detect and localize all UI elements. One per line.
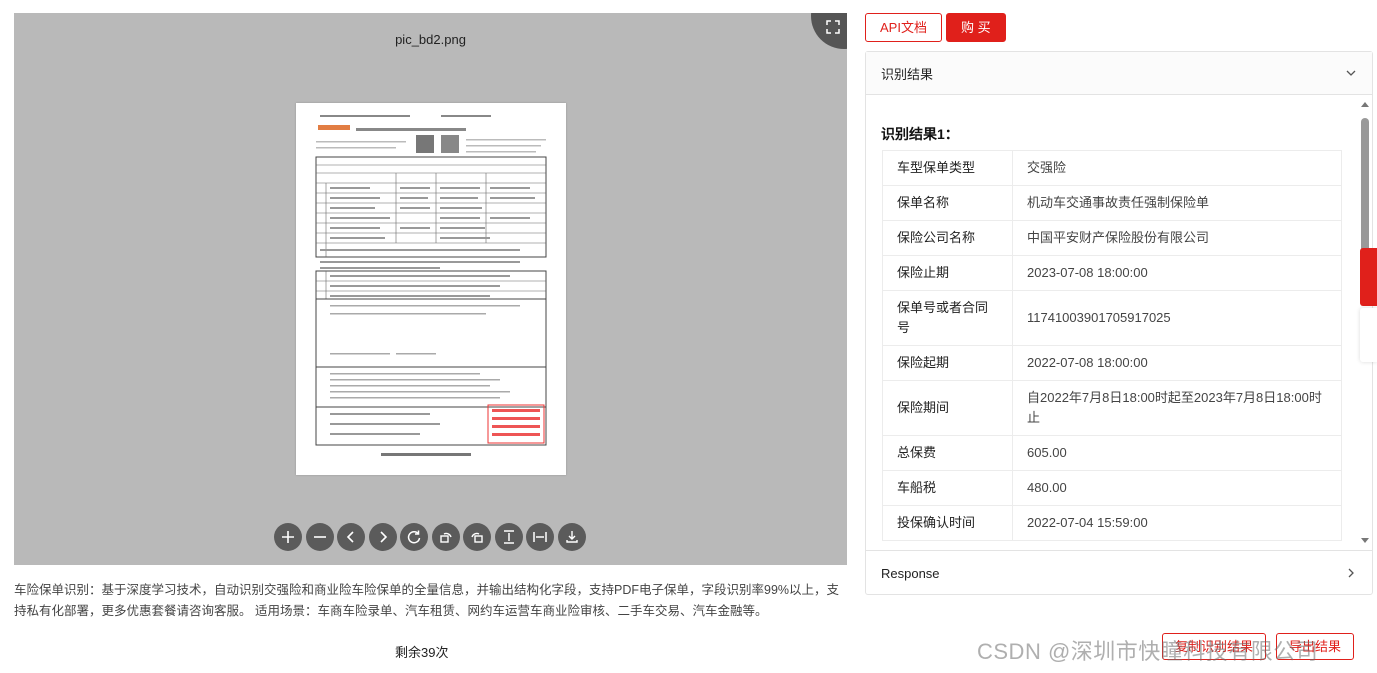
top-actions: API文档 购 买: [865, 13, 1006, 42]
field-value: 2022-07-04 15:59:00: [1012, 505, 1342, 541]
result-panel-body: 识别结果1： 车型保单类型 交强险 保单名称 机动车交通事故责任强制保险单 保险公司…: [866, 96, 1372, 549]
field-key: 保单号或者合同号: [882, 290, 1013, 346]
table-row: 保险起期 2022-07-08 18:00:00: [882, 345, 1342, 381]
table-row: 保单号或者合同号 11741003901705917025: [882, 290, 1342, 346]
zoom-out-button[interactable]: [305, 523, 334, 551]
response-title: Response: [881, 565, 940, 581]
field-value: 自2022年7月8日18:00时起至2023年7月8日18:00时止: [1012, 380, 1342, 436]
fit-width-icon: [533, 532, 547, 542]
rotate-right-button[interactable]: [463, 523, 491, 551]
result-panel-header[interactable]: 识别结果: [866, 52, 1372, 95]
scroll-down-icon[interactable]: [1361, 538, 1369, 543]
image-viewer: pic_bd2.png: [14, 13, 847, 565]
table-row: 保单名称 机动车交通事故责任强制保险单: [882, 185, 1342, 221]
table-row: 保险止期 2023-07-08 18:00:00: [882, 255, 1342, 291]
table-row: 车船税 480.00: [882, 470, 1342, 506]
chevron-right-icon: [1348, 568, 1354, 578]
watermark: CSDN @深圳市快瞳科技有限公司: [977, 639, 1319, 664]
field-key: 车型保单类型: [882, 150, 1013, 186]
prev-button[interactable]: [337, 523, 365, 551]
field-value: 480.00: [1012, 470, 1342, 506]
rotate-left-icon: [439, 532, 452, 543]
field-value: 机动车交通事故责任强制保险单: [1012, 185, 1342, 221]
field-key: 保险期间: [882, 380, 1013, 436]
fit-height-icon: [503, 530, 514, 544]
fullscreen-icon[interactable]: [826, 20, 840, 34]
field-key: 保险公司名称: [882, 220, 1013, 256]
rotate-right-icon: [471, 532, 483, 543]
table-row: 保险公司名称 中国平安财产保险股份有限公司: [882, 220, 1342, 256]
viewer-toolbar: [274, 523, 586, 551]
rotate-left-button[interactable]: [431, 523, 460, 551]
result-title: 识别结果1：: [881, 126, 959, 142]
field-value: 605.00: [1012, 435, 1342, 471]
api-doc-button[interactable]: API文档: [865, 13, 942, 42]
chevron-down-icon: [1346, 70, 1356, 76]
next-button[interactable]: [368, 523, 397, 551]
table-row: 总保费 605.00: [882, 435, 1342, 471]
zoom-in-button[interactable]: [274, 523, 302, 551]
viewer-filename: pic_bd2.png: [395, 32, 466, 47]
fit-width-button[interactable]: [526, 523, 554, 551]
remaining-count: 剩余39次: [395, 645, 449, 660]
field-value: 2022-07-08 18:00:00: [1012, 345, 1342, 381]
prev-icon: [346, 531, 354, 543]
field-key: 车船税: [882, 470, 1013, 506]
zoom-in-icon: [282, 531, 294, 543]
field-value: 交强险: [1012, 150, 1342, 186]
scroll-thumb[interactable]: [1361, 118, 1369, 260]
table-row: 车型保单类型 交强险: [882, 150, 1342, 186]
fit-height-button[interactable]: [494, 523, 523, 551]
field-value: 中国平安财产保险股份有限公司: [1012, 220, 1342, 256]
table-row: 保险期间 自2022年7月8日18:00时起至2023年7月8日18:00时止: [882, 380, 1342, 436]
field-value: 2023-07-08 18:00:00: [1012, 255, 1342, 291]
result-table: 车型保单类型 交强险 保单名称 机动车交通事故责任强制保险单 保险公司名称 中国平安财…: [882, 150, 1342, 541]
next-icon: [379, 531, 387, 543]
buy-button[interactable]: 购 买: [945, 13, 1006, 42]
field-key: 保险止期: [882, 255, 1013, 291]
field-key: 投保确认时间: [882, 505, 1013, 541]
reset-button[interactable]: [400, 523, 428, 551]
response-section-header[interactable]: Response: [866, 550, 1372, 595]
field-key: 总保费: [882, 435, 1013, 471]
download-icon: [565, 531, 578, 543]
table-row: 投保确认时间 2022-07-04 15:59:00: [882, 505, 1342, 541]
floating-side-tab[interactable]: [1360, 308, 1377, 362]
field-value: 11741003901705917025: [1012, 290, 1342, 346]
product-description: 车险保单识别：基于深度学习技术，自动识别交强险和商业险车险保单的全量信息，并输出…: [14, 583, 840, 618]
download-button[interactable]: [557, 523, 586, 551]
result-panel-title: 识别结果: [881, 66, 934, 82]
field-key: 保险起期: [882, 345, 1013, 381]
floating-contact-tab[interactable]: [1360, 248, 1377, 306]
scroll-up-icon[interactable]: [1361, 102, 1369, 107]
policy-document-image: [296, 103, 566, 475]
reset-icon: [407, 530, 421, 544]
field-key: 保单名称: [882, 185, 1013, 221]
result-panel: 识别结果 识别结果1： 车型保单类型 交强险 保单名称 机动车交通事故责任强制保险单…: [865, 51, 1373, 595]
zoom-out-icon: [313, 536, 326, 538]
